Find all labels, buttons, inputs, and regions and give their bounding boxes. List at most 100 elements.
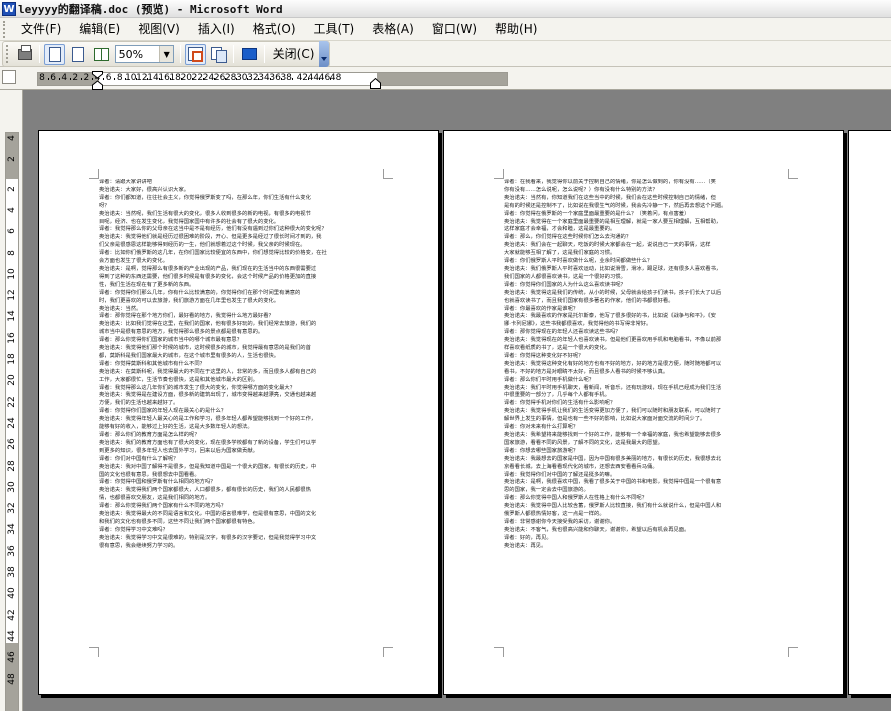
horizontal-ruler[interactable]: 8642246810121416182022242628303234363842… [0, 67, 891, 90]
toolbar-grip[interactable] [6, 45, 10, 63]
preview-workspace[interactable]: 译者：请跟大家讲讲吧 奥治诺夫：大家好，很高兴认识大家。 译者：你们都知道，往往社会… [24, 91, 891, 711]
menu-format[interactable]: 格式(O) [244, 19, 305, 40]
document-page-3[interactable] [848, 130, 891, 695]
vertical-ruler-label: 14 [7, 310, 17, 323]
crop-mark [89, 647, 99, 657]
menu-help[interactable]: 帮助(H) [486, 19, 546, 40]
vertical-ruler-label: 44 [7, 630, 17, 642]
zoom-value: 50% [118, 47, 144, 61]
one-page-button[interactable] [67, 44, 88, 65]
crop-mark [494, 647, 504, 657]
first-line-indent-marker[interactable] [92, 71, 103, 90]
vertical-ruler-label: 34 [7, 523, 17, 536]
title-bar: W leyyyy的翻译稿.doc (预览) - Microsoft Word [0, 0, 891, 18]
vertical-ruler-label: 18 [7, 353, 17, 365]
horizontal-ruler-label: 6 [105, 73, 112, 83]
document-text-line: 奥治诺夫：我最想去的国家是中国，因为中国有很多美丽的地方，有很长的历史，我很想去… [504, 455, 722, 462]
menu-file[interactable]: 文件(F) [12, 19, 70, 40]
document-text-line: 奥治诺夫：我觉得学习中文是很难的，特别是汉字，有很多的汉字要记，但是我觉得学习中… [99, 534, 317, 541]
horizontal-ruler-tick [103, 78, 105, 80]
document-text-line: 译者：你们对中国有什么了解呢？ [99, 455, 179, 462]
vertical-ruler-label: 12 [7, 289, 17, 301]
printer-icon [17, 44, 32, 60]
close-preview-button[interactable]: 关闭(C) [268, 44, 320, 64]
document-text-line: 奥治诺夫：再见。 [504, 542, 547, 549]
menu-edit[interactable]: 编辑(E) [70, 19, 129, 40]
horizontal-ruler-tick [69, 78, 71, 80]
horizontal-ruler-label: 36 [269, 73, 281, 83]
document-text-line: 译者：你们都知道，往往社会主义，你觉得俄罗斯变了吗，在那么年，你们生活有什么变化 [99, 194, 311, 201]
tab-selector-icon[interactable] [2, 70, 16, 84]
document-text-line: 译者：那么你觉得我们两个国家有什么不同的地方吗？ [99, 503, 227, 510]
horizontal-ruler-label: 26 [213, 73, 226, 83]
right-indent-marker[interactable] [370, 77, 381, 89]
document-text-line: 奥治诺夫：我对中国了解得不是很多，但是我知道中国是一个很大的国家，有很长的历史，… [99, 463, 317, 470]
horizontal-ruler-tick [269, 78, 271, 80]
horizontal-ruler-tick [136, 78, 138, 80]
menu-insert[interactable]: 插入(I) [189, 19, 244, 40]
window-title: leyyyy的翻译稿.doc (预览) - Microsoft Word [18, 2, 283, 16]
document-text-line: 译者：那么你们的教育方面是怎么样的呢？ [99, 432, 200, 438]
view-ruler-button[interactable] [185, 43, 207, 65]
vertical-ruler-label: 36 [7, 544, 17, 557]
document-text-line: 是有的时候还是控制不了，比如说在我很生气的时候，我会先冷静一下，然后再去想这个问… [504, 202, 727, 209]
menu-view[interactable]: 视图(V) [129, 19, 189, 40]
shrink-to-fit-button[interactable] [208, 44, 229, 65]
document-text-line: 奥治诺夫：当然有，你知道我们在这些当中的时候，我们会在这些时候控制自己的情绪，但 [504, 194, 716, 201]
horizontal-ruler-label: 44 [307, 73, 320, 83]
document-text-line: 译者：那么你觉得中国人和俄罗斯人在性格上有什么不同呢？ [504, 495, 648, 502]
vertical-ruler-label: 38 [7, 566, 17, 578]
document-text-line: 到更多的知识，很多年轻人也去国外学习，回来以后为国家做贡献。 [99, 447, 258, 454]
menu-window[interactable]: 窗口(W) [423, 19, 486, 40]
menu-bar-grip[interactable] [3, 20, 8, 38]
document-text-line: 我们国家的人都很喜欢读书，这是一个很好的习惯。 [504, 273, 626, 280]
shrink-to-fit-icon [211, 47, 228, 63]
print-button[interactable] [14, 44, 35, 65]
crop-mark [494, 169, 504, 179]
multiple-pages-button[interactable] [90, 44, 111, 65]
full-screen-button[interactable] [238, 44, 259, 65]
menu-tools[interactable]: 工具(T) [305, 19, 364, 40]
horizontal-ruler-tick [80, 78, 82, 80]
horizontal-ruler-tick [307, 78, 309, 80]
document-text-line: 奥治诺夫：我觉得年轻人最关心的是工作和学习，很多年轻人都希望能够找到一个好的工作… [99, 416, 317, 423]
document-text-line: 译者：你觉得莫斯科和其他城市有什么不同？ [99, 360, 205, 367]
document-text-line: 样喜欢看纸质的书了，这是一个很大的变化。 [504, 345, 610, 352]
document-text-line: 奥治诺夫：在莫斯科呢，我觉得最大的不同在于这里的人，非常的多，而且很多人都有自己… [99, 368, 317, 375]
document-page-1[interactable]: 译者：请跟大家讲讲吧 奥治诺夫：大家好，很高兴认识大家。 译者：你们都知道，往往社会… [38, 130, 439, 695]
word-app-icon[interactable]: W [2, 1, 16, 16]
horizontal-ruler-label: 18 [169, 73, 181, 83]
document-text-line: 译者：你想去哪些国家旅游呢？ [504, 447, 579, 454]
vertical-ruler-label: 2 [7, 156, 17, 163]
horizontal-ruler-label: 10 [125, 73, 137, 83]
document-text-line: 京看看长城，去上海看看现代化的城市，还想去西安看看兵马俑。 [504, 463, 658, 470]
page-1-text: 译者：请跟大家讲讲吧 奥治诺夫：大家好，很高兴认识大家。 译者：你们都知道，往往社会… [99, 179, 383, 551]
document-text-line: 会方面也发生了很大的变化。 [99, 258, 168, 265]
vertical-ruler-label: 22 [7, 395, 17, 408]
horizontal-ruler-tick [147, 78, 149, 80]
horizontal-ruler-label: 2 [83, 73, 90, 83]
magnifier-page-icon [48, 46, 61, 62]
menu-table[interactable]: 表格(A) [363, 19, 423, 40]
zoom-select[interactable]: 50% ▼ [114, 45, 175, 63]
vertical-ruler-label: 28 [7, 459, 17, 472]
vertical-ruler-label: 16 [7, 331, 17, 344]
multiple-pages-icon [93, 47, 109, 61]
magnifier-button[interactable] [44, 43, 66, 65]
document-text-line: 奥治诺夫：不客气，我也很高兴能和你聊天，谢谢你，希望以后有机会再见面。 [504, 526, 690, 533]
document-text-line: 译者：你觉得你们国家的人为什么这么喜欢读书呢？ [504, 281, 626, 288]
vertical-ruler-label: 2 [7, 185, 17, 192]
document-text-line: 得到了这种的东西还需要，他们很多时候是有很多的变化，会这个时候产品的价格更加的直… [99, 273, 317, 280]
document-page-2[interactable]: 译者：在我看来，我觉得你以前关于控制自己的情绪，你是怎么做到的，你有没有……（笑… [443, 130, 844, 695]
horizontal-ruler-label: 14 [147, 73, 159, 83]
document-text-line: 情，也都很喜欢交朋友，这是我们相同的地方。 [99, 495, 211, 502]
document-text-line: 能够有好的收入，能够过上好的生活，这是大多数年轻人的想法。 [99, 424, 253, 431]
horizontal-ruler-label: 28 [224, 73, 237, 83]
horizontal-ruler-label: 6 [50, 73, 56, 83]
vertical-ruler-label: 20 [7, 374, 17, 387]
vertical-ruler[interactable]: 4 2 2 4 6 8 10 12 14 16 18 20 22 24 26 28 30 32 34 36 38 40 42… [0, 90, 23, 711]
document-text-line: 大家就能够互相了解了，这是我们家庭的习惯。 [504, 250, 616, 257]
horizontal-ruler-label: 46 [318, 73, 331, 83]
chevron-down-icon[interactable]: ▼ [159, 46, 174, 62]
toolbar-options-icon[interactable] [319, 41, 329, 67]
